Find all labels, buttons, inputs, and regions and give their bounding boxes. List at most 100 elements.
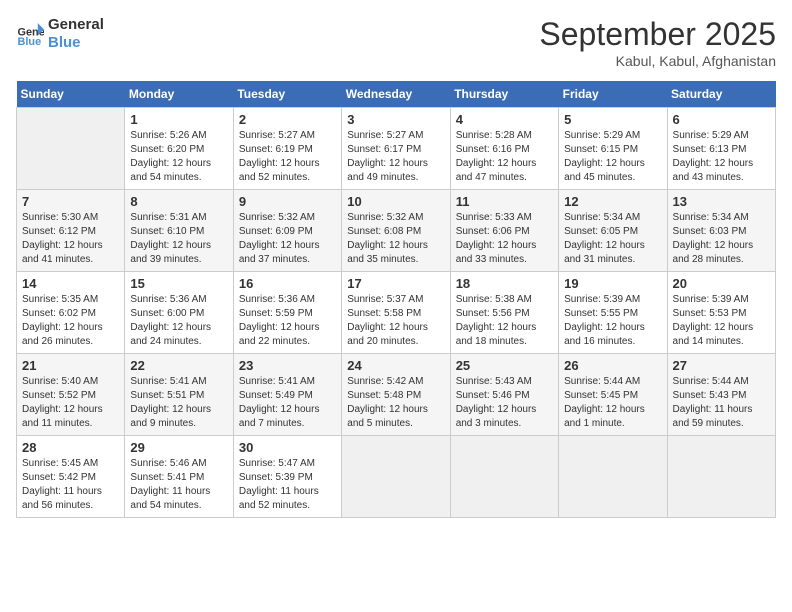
logo-line1: General bbox=[48, 16, 104, 34]
calendar-week-1: 1 Sunrise: 5:26 AM Sunset: 6:20 PM Daylig… bbox=[17, 108, 776, 190]
calendar-day: 1 Sunrise: 5:26 AM Sunset: 6:20 PM Daylig… bbox=[125, 108, 233, 190]
day-number: 5 bbox=[564, 112, 661, 127]
calendar-day: 6 Sunrise: 5:29 AM Sunset: 6:13 PM Daylig… bbox=[667, 108, 775, 190]
calendar-day: 12 Sunrise: 5:34 AM Sunset: 6:05 PM Dayli… bbox=[559, 190, 667, 272]
day-number: 9 bbox=[239, 194, 336, 209]
calendar-day: 3 Sunrise: 5:27 AM Sunset: 6:17 PM Daylig… bbox=[342, 108, 450, 190]
page-header: General Blue General Blue September 2025… bbox=[16, 16, 776, 69]
calendar-day: 30 Sunrise: 5:47 AM Sunset: 5:39 PM Dayli… bbox=[233, 436, 341, 518]
day-number: 26 bbox=[564, 358, 661, 373]
day-number: 7 bbox=[22, 194, 119, 209]
day-number: 15 bbox=[130, 276, 227, 291]
day-info: Sunrise: 5:47 AM Sunset: 5:39 PM Dayligh… bbox=[239, 457, 336, 513]
calendar-day: 23 Sunrise: 5:41 AM Sunset: 5:49 PM Dayli… bbox=[233, 354, 341, 436]
svg-text:Blue: Blue bbox=[18, 36, 42, 48]
day-number: 30 bbox=[239, 440, 336, 455]
day-number: 10 bbox=[347, 194, 444, 209]
month-title: September 2025 bbox=[539, 16, 776, 53]
calendar-day bbox=[559, 436, 667, 518]
weekday-header-tuesday: Tuesday bbox=[233, 81, 341, 108]
calendar-day: 29Sunrise: 5:46 AM Sunset: 5:41 PM Dayli… bbox=[125, 436, 233, 518]
calendar-day: 15 Sunrise: 5:36 AM Sunset: 6:00 PM Dayli… bbox=[125, 272, 233, 354]
weekday-header-saturday: Saturday bbox=[667, 81, 775, 108]
calendar-week-3: 14 Sunrise: 5:35 AM Sunset: 6:02 PM Dayli… bbox=[17, 272, 776, 354]
calendar-day: 26 Sunrise: 5:44 AM Sunset: 5:45 PM Dayli… bbox=[559, 354, 667, 436]
calendar-day: 9 Sunrise: 5:32 AM Sunset: 6:09 PM Daylig… bbox=[233, 190, 341, 272]
day-number: 8 bbox=[130, 194, 227, 209]
day-number: 28 bbox=[22, 440, 119, 455]
calendar-day: 21 Sunrise: 5:40 AM Sunset: 5:52 PM Dayli… bbox=[17, 354, 125, 436]
day-number: 2 bbox=[239, 112, 336, 127]
calendar-day bbox=[17, 108, 125, 190]
day-number: 11 bbox=[456, 194, 553, 209]
day-info: Sunrise: 5:46 AM Sunset: 5:41 PM Dayligh… bbox=[130, 457, 227, 513]
day-info: Sunrise: 5:26 AM Sunset: 6:20 PM Dayligh… bbox=[130, 129, 227, 185]
calendar-day: 20Sunrise: 5:39 AM Sunset: 5:53 PM Dayli… bbox=[667, 272, 775, 354]
calendar-day: 25Sunrise: 5:43 AM Sunset: 5:46 PM Dayli… bbox=[450, 354, 558, 436]
calendar-day: 22 Sunrise: 5:41 AM Sunset: 5:51 PM Dayli… bbox=[125, 354, 233, 436]
day-number: 17 bbox=[347, 276, 444, 291]
day-info: Sunrise: 5:38 AM Sunset: 5:56 PM Dayligh… bbox=[456, 293, 553, 349]
day-number: 27 bbox=[673, 358, 770, 373]
weekday-header-monday: Monday bbox=[125, 81, 233, 108]
calendar-week-5: 28 Sunrise: 5:45 AM Sunset: 5:42 PM Dayli… bbox=[17, 436, 776, 518]
day-info: Sunrise: 5:40 AM Sunset: 5:52 PM Dayligh… bbox=[22, 375, 119, 431]
weekday-header-sunday: Sunday bbox=[17, 81, 125, 108]
day-number: 14 bbox=[22, 276, 119, 291]
day-info: Sunrise: 5:41 AM Sunset: 5:51 PM Dayligh… bbox=[130, 375, 227, 431]
calendar-day: 17 Sunrise: 5:37 AM Sunset: 5:58 PM Dayli… bbox=[342, 272, 450, 354]
calendar-week-4: 21 Sunrise: 5:40 AM Sunset: 5:52 PM Dayli… bbox=[17, 354, 776, 436]
day-info: Sunrise: 5:30 AM Sunset: 6:12 PM Dayligh… bbox=[22, 211, 119, 267]
day-info: Sunrise: 5:39 AM Sunset: 5:53 PM Dayligh… bbox=[673, 293, 770, 349]
day-info: Sunrise: 5:28 AM Sunset: 6:16 PM Dayligh… bbox=[456, 129, 553, 185]
calendar-day: 16Sunrise: 5:36 AM Sunset: 5:59 PM Dayli… bbox=[233, 272, 341, 354]
calendar-day: 7 Sunrise: 5:30 AM Sunset: 6:12 PM Daylig… bbox=[17, 190, 125, 272]
logo-line2: Blue bbox=[48, 34, 104, 52]
logo: General Blue General Blue bbox=[16, 16, 104, 52]
calendar-day: 4Sunrise: 5:28 AM Sunset: 6:16 PM Daylig… bbox=[450, 108, 558, 190]
day-info: Sunrise: 5:41 AM Sunset: 5:49 PM Dayligh… bbox=[239, 375, 336, 431]
calendar-week-2: 7 Sunrise: 5:30 AM Sunset: 6:12 PM Daylig… bbox=[17, 190, 776, 272]
day-number: 18 bbox=[456, 276, 553, 291]
weekday-header-friday: Friday bbox=[559, 81, 667, 108]
location-subtitle: Kabul, Kabul, Afghanistan bbox=[539, 53, 776, 69]
day-number: 22 bbox=[130, 358, 227, 373]
day-info: Sunrise: 5:35 AM Sunset: 6:02 PM Dayligh… bbox=[22, 293, 119, 349]
calendar-table: SundayMondayTuesdayWednesdayThursdayFrid… bbox=[16, 81, 776, 518]
day-info: Sunrise: 5:39 AM Sunset: 5:55 PM Dayligh… bbox=[564, 293, 661, 349]
day-info: Sunrise: 5:36 AM Sunset: 6:00 PM Dayligh… bbox=[130, 293, 227, 349]
day-info: Sunrise: 5:29 AM Sunset: 6:13 PM Dayligh… bbox=[673, 129, 770, 185]
day-number: 6 bbox=[673, 112, 770, 127]
calendar-day: 5Sunrise: 5:29 AM Sunset: 6:15 PM Daylig… bbox=[559, 108, 667, 190]
day-number: 1 bbox=[130, 112, 227, 127]
day-number: 21 bbox=[22, 358, 119, 373]
day-number: 23 bbox=[239, 358, 336, 373]
day-info: Sunrise: 5:32 AM Sunset: 6:09 PM Dayligh… bbox=[239, 211, 336, 267]
calendar-day: 14 Sunrise: 5:35 AM Sunset: 6:02 PM Dayli… bbox=[17, 272, 125, 354]
day-info: Sunrise: 5:27 AM Sunset: 6:17 PM Dayligh… bbox=[347, 129, 444, 185]
calendar-day bbox=[450, 436, 558, 518]
day-number: 24 bbox=[347, 358, 444, 373]
day-info: Sunrise: 5:44 AM Sunset: 5:45 PM Dayligh… bbox=[564, 375, 661, 431]
calendar-day bbox=[342, 436, 450, 518]
calendar-day: 18 Sunrise: 5:38 AM Sunset: 5:56 PM Dayli… bbox=[450, 272, 558, 354]
weekday-header-thursday: Thursday bbox=[450, 81, 558, 108]
calendar-day: 13Sunrise: 5:34 AM Sunset: 6:03 PM Dayli… bbox=[667, 190, 775, 272]
day-number: 12 bbox=[564, 194, 661, 209]
day-info: Sunrise: 5:32 AM Sunset: 6:08 PM Dayligh… bbox=[347, 211, 444, 267]
title-block: September 2025 Kabul, Kabul, Afghanistan bbox=[539, 16, 776, 69]
calendar-day: 10 Sunrise: 5:32 AM Sunset: 6:08 PM Dayli… bbox=[342, 190, 450, 272]
calendar-day: 11Sunrise: 5:33 AM Sunset: 6:06 PM Dayli… bbox=[450, 190, 558, 272]
day-info: Sunrise: 5:45 AM Sunset: 5:42 PM Dayligh… bbox=[22, 457, 119, 513]
day-info: Sunrise: 5:37 AM Sunset: 5:58 PM Dayligh… bbox=[347, 293, 444, 349]
day-info: Sunrise: 5:34 AM Sunset: 6:05 PM Dayligh… bbox=[564, 211, 661, 267]
calendar-day: 2Sunrise: 5:27 AM Sunset: 6:19 PM Daylig… bbox=[233, 108, 341, 190]
day-info: Sunrise: 5:42 AM Sunset: 5:48 PM Dayligh… bbox=[347, 375, 444, 431]
calendar-day: 8 Sunrise: 5:31 AM Sunset: 6:10 PM Daylig… bbox=[125, 190, 233, 272]
day-info: Sunrise: 5:31 AM Sunset: 6:10 PM Dayligh… bbox=[130, 211, 227, 267]
calendar-day: 27 Sunrise: 5:44 AM Sunset: 5:43 PM Dayli… bbox=[667, 354, 775, 436]
day-number: 3 bbox=[347, 112, 444, 127]
day-info: Sunrise: 5:36 AM Sunset: 5:59 PM Dayligh… bbox=[239, 293, 336, 349]
calendar-day bbox=[667, 436, 775, 518]
day-info: Sunrise: 5:44 AM Sunset: 5:43 PM Dayligh… bbox=[673, 375, 770, 431]
